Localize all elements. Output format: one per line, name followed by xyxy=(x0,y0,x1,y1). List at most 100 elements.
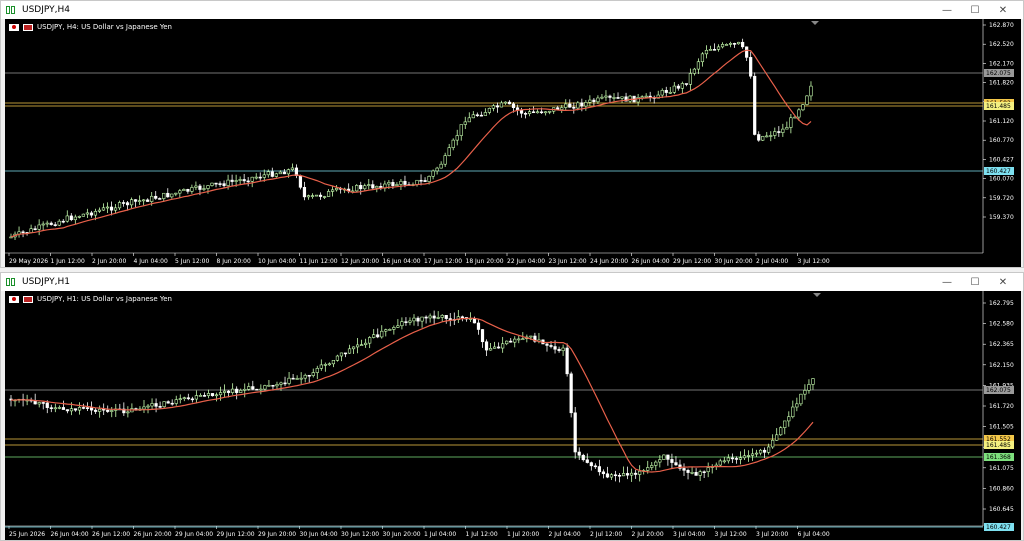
title-bar[interactable]: USDJPY,H4 — ☐ ✕ xyxy=(1,1,1023,19)
candle-body xyxy=(174,192,178,195)
candle-body xyxy=(404,321,408,323)
candle-body xyxy=(343,352,348,355)
candle-body xyxy=(49,222,53,225)
candle-body xyxy=(222,183,226,186)
candle-body xyxy=(455,135,459,141)
candle-body xyxy=(789,117,793,128)
candle-body xyxy=(507,101,512,105)
candle-body xyxy=(85,407,90,409)
time-tick-label: 1 Jul 04:00 xyxy=(424,531,456,538)
time-tick-label: 30 Jun 04:00 xyxy=(300,531,338,538)
chart-window-h1[interactable]: USDJPY,H1 — ☐ ✕ USDJPY, H1: US Dollar vs… xyxy=(0,272,1024,541)
chart-canvas[interactable]: 162.795162.580162.365162.150161.935161.7… xyxy=(5,291,1021,540)
window-title: USDJPY,H4 xyxy=(22,5,70,15)
candle-body xyxy=(459,124,463,136)
candle-body xyxy=(722,460,726,463)
shift-marker-icon xyxy=(811,21,819,25)
candle-body xyxy=(666,454,670,460)
candle-body xyxy=(621,473,626,477)
candle-body xyxy=(391,182,395,186)
candle-body xyxy=(330,189,335,192)
candle-body xyxy=(170,402,174,405)
price-chart-h1[interactable]: USDJPY, H1: US Dollar vs Japanese Yen 16… xyxy=(5,291,1021,540)
candle-body xyxy=(605,473,610,478)
chart-canvas[interactable]: 162.870 162.520 162.170 161.820 161.485 161.1… xyxy=(5,19,1021,267)
price-tick-label: 160.860 xyxy=(989,485,1014,492)
candle-body xyxy=(724,44,729,46)
candle-body xyxy=(777,131,781,133)
candle-body xyxy=(266,171,270,176)
candle-body xyxy=(101,207,106,211)
candle-body xyxy=(158,406,162,408)
candle-body xyxy=(811,378,815,385)
candle-body xyxy=(412,317,416,322)
time-tick-label: 2 Jul 20:00 xyxy=(632,531,664,538)
candle-body xyxy=(712,49,717,51)
candle-body xyxy=(146,199,150,202)
candle-body xyxy=(210,393,215,397)
candle-body xyxy=(436,317,440,319)
candlestick-icon xyxy=(6,277,18,287)
minimize-button[interactable]: — xyxy=(933,277,961,288)
candle-body xyxy=(69,408,74,412)
candle-body xyxy=(737,41,741,45)
candle-body xyxy=(785,127,789,130)
time-tick-label: 22 Jun 04:00 xyxy=(507,258,545,265)
time-tick-label: 24 Jun 20:00 xyxy=(590,258,628,265)
candle-body xyxy=(783,420,787,428)
candle-body xyxy=(258,176,262,179)
candle-body xyxy=(242,179,246,182)
price-tick-label: 160.770 xyxy=(989,137,1014,144)
candle-body xyxy=(443,155,447,165)
candle-body xyxy=(110,410,114,412)
candle-body xyxy=(311,372,315,376)
candle-body xyxy=(616,97,620,99)
candle-body xyxy=(444,315,448,319)
candle-body xyxy=(186,397,190,400)
candle-body xyxy=(166,401,170,404)
candle-body xyxy=(367,184,371,186)
candle-body xyxy=(182,397,186,400)
candle-body xyxy=(254,176,258,179)
candle-body xyxy=(682,468,686,471)
time-tick-label: 12 Jun 20:00 xyxy=(341,258,379,265)
chart-window-h4[interactable]: USDJPY,H4 — ☐ ✕ USDJPY, H4: US Dollar vs… xyxy=(0,0,1024,268)
candle-body xyxy=(65,409,70,412)
candle-body xyxy=(134,199,138,202)
candle-body xyxy=(706,467,710,473)
candle-body xyxy=(403,180,407,185)
candle-body xyxy=(734,458,738,460)
candle-body xyxy=(33,228,37,231)
candle-body xyxy=(491,105,496,109)
candle-body xyxy=(569,373,573,414)
candle-body xyxy=(239,390,243,393)
price-chart-h4[interactable]: USDJPY, H4: US Dollar vs Japanese Yen 16… xyxy=(5,19,1021,267)
close-button[interactable]: ✕ xyxy=(989,277,1017,288)
time-tick-label: 29 Jun 20:00 xyxy=(258,531,296,538)
candle-body xyxy=(476,322,481,330)
candle-body xyxy=(81,407,86,409)
moving-average-line xyxy=(10,317,814,473)
minimize-button[interactable]: — xyxy=(933,5,961,16)
candle-body xyxy=(214,394,219,397)
candle-body xyxy=(178,190,182,194)
candle-body xyxy=(113,207,118,211)
candle-body xyxy=(150,195,154,202)
candle-body xyxy=(799,393,803,405)
candle-body xyxy=(121,202,126,204)
candle-body xyxy=(235,388,239,393)
title-bar[interactable]: USDJPY,H1 — ☐ ✕ xyxy=(1,273,1023,291)
candle-body xyxy=(654,461,658,466)
close-button[interactable]: ✕ xyxy=(989,5,1017,16)
time-tick-label: 8 Jun 20:00 xyxy=(217,258,251,265)
maximize-button[interactable]: ☐ xyxy=(961,277,989,288)
candle-body xyxy=(202,395,207,397)
time-tick-label: 2 Jun 20:00 xyxy=(92,258,126,265)
candle-body xyxy=(483,112,487,116)
time-tick-label: 29 May 2026 xyxy=(9,258,48,265)
candle-body xyxy=(503,101,508,104)
candle-body xyxy=(106,409,110,412)
candle-body xyxy=(564,103,568,108)
candle-body xyxy=(45,402,49,408)
maximize-button[interactable]: ☐ xyxy=(961,5,989,16)
